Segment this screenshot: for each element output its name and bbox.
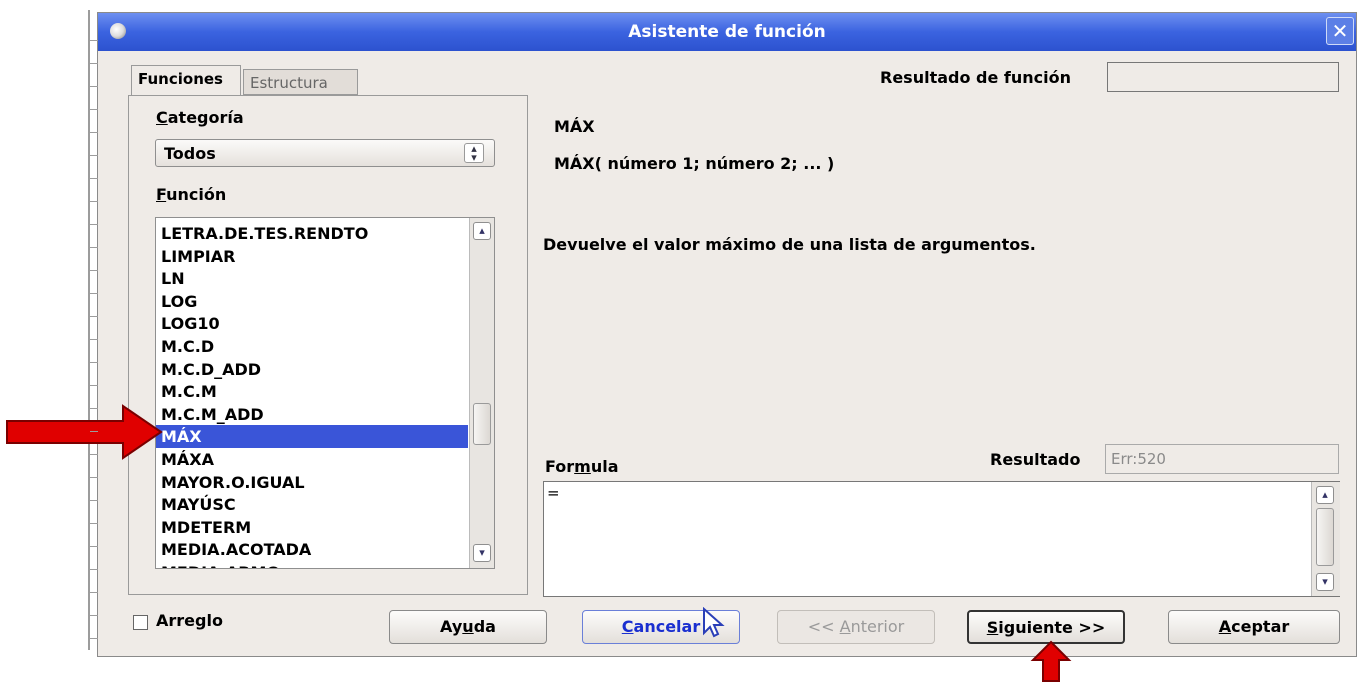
scroll-up-icon[interactable]: ▴ — [473, 222, 491, 240]
arreglo-label: Arreglo — [156, 611, 223, 630]
function-name: MÁX — [554, 117, 595, 136]
resultado-field: Err:520 — [1105, 444, 1339, 474]
function-list-item[interactable]: MDETERM — [156, 516, 468, 539]
function-list-item[interactable]: MAYÚSC — [156, 493, 468, 516]
row-tick — [90, 224, 98, 225]
function-syntax: MÁX( número 1; número 2; ... ) — [554, 154, 835, 173]
resultado-funcion-field — [1107, 62, 1339, 92]
scroll-thumb[interactable] — [1316, 508, 1334, 566]
row-tick — [90, 270, 98, 271]
function-list-item[interactable]: LN — [156, 267, 468, 290]
row-tick — [90, 339, 98, 340]
row-tick — [90, 178, 98, 179]
funcion-label: Función — [156, 185, 227, 204]
function-list-item[interactable]: MEDIA.ACOTADA — [156, 538, 468, 561]
dialog-title: Asistente de función — [628, 22, 826, 42]
row-tick — [90, 523, 98, 524]
formula-label: Formula — [545, 457, 619, 476]
function-list-item[interactable]: M.C.D_ADD — [156, 358, 468, 381]
mouse-cursor-icon — [703, 607, 725, 638]
anterior-button[interactable]: << Anterior — [777, 610, 935, 644]
row-tick — [90, 316, 98, 317]
scroll-thumb[interactable] — [473, 403, 491, 445]
row-tick — [90, 247, 98, 248]
formula-scrollbar[interactable]: ▴ ▾ — [1311, 482, 1340, 596]
row-tick — [90, 431, 98, 432]
tab-estructura[interactable]: Estructura — [243, 69, 358, 95]
scroll-down-icon[interactable]: ▾ — [1316, 573, 1334, 591]
function-list-scrollbar[interactable]: ▴ ▾ — [469, 218, 494, 568]
red-arrow-up-icon — [1030, 640, 1072, 682]
ayuda-button[interactable]: Ayuda — [389, 610, 547, 644]
row-tick — [90, 362, 98, 363]
function-list-item[interactable]: LOG10 — [156, 312, 468, 335]
function-wizard-dialog: Asistente de función ✕ Funciones Estruct… — [97, 12, 1357, 657]
title-bar[interactable]: Asistente de función ✕ — [98, 13, 1356, 51]
function-description: Devuelve el valor máximo de una lista de… — [543, 235, 1036, 254]
tab-funciones[interactable]: Funciones — [131, 65, 241, 95]
row-tick — [90, 638, 98, 639]
row-tick — [90, 40, 98, 41]
close-icon: ✕ — [1331, 19, 1349, 43]
row-tick — [90, 592, 98, 593]
function-list-item[interactable]: M.C.D — [156, 335, 468, 358]
siguiente-button[interactable]: Siguiente >> — [967, 610, 1125, 644]
aceptar-button[interactable]: Aceptar — [1168, 610, 1340, 644]
formula-text: = — [547, 484, 560, 502]
row-tick — [90, 155, 98, 156]
row-tick — [90, 500, 98, 501]
scroll-down-icon[interactable]: ▾ — [473, 544, 491, 562]
resultado-label: Resultado — [990, 450, 1081, 469]
formula-input[interactable]: = ▴ ▾ — [543, 481, 1340, 597]
row-tick — [90, 385, 98, 386]
row-tick — [90, 569, 98, 570]
row-tick — [90, 63, 98, 64]
spin-chevron-icon: ▴ ▾ — [464, 143, 484, 163]
row-tick — [90, 201, 98, 202]
red-arrow-right-icon — [6, 404, 163, 460]
arreglo-checkbox[interactable] — [133, 615, 148, 630]
row-tick — [90, 615, 98, 616]
function-list-item[interactable]: LOG — [156, 290, 468, 313]
function-list-item[interactable]: MEDIA.ARMO — [156, 561, 468, 568]
row-tick — [90, 546, 98, 547]
row-tick — [90, 454, 98, 455]
row-tick — [90, 86, 98, 87]
function-list-item[interactable]: M.C.M_ADD — [156, 403, 468, 426]
categoria-value: Todos — [164, 144, 216, 163]
row-tick — [90, 132, 98, 133]
function-list-item[interactable]: M.C.M — [156, 380, 468, 403]
function-list-item[interactable]: LETRA.DE.TES.RENDTO — [156, 222, 468, 245]
row-tick — [90, 293, 98, 294]
row-tick — [90, 408, 98, 409]
resultado-funcion-label: Resultado de función — [880, 68, 1071, 87]
row-tick — [90, 109, 98, 110]
row-tick — [90, 477, 98, 478]
function-list-item-selected[interactable]: MÁX — [156, 425, 468, 449]
scroll-up-icon[interactable]: ▴ — [1316, 486, 1334, 504]
function-list-item[interactable]: MÁXA — [156, 448, 468, 471]
close-button[interactable]: ✕ — [1326, 17, 1354, 45]
categoria-select[interactable]: Todos ▴ ▾ — [155, 139, 495, 167]
function-list-item[interactable]: LIMPIAR — [156, 245, 468, 268]
function-list[interactable]: LETRA.DE.TES.RENDTO LIMPIAR LN LOG LOG10 M.C.… — [155, 217, 495, 569]
categoria-label: Categoría — [156, 108, 244, 127]
function-list-item[interactable]: MAYOR.O.IGUAL — [156, 471, 468, 494]
spreadsheet-edge — [88, 10, 90, 650]
